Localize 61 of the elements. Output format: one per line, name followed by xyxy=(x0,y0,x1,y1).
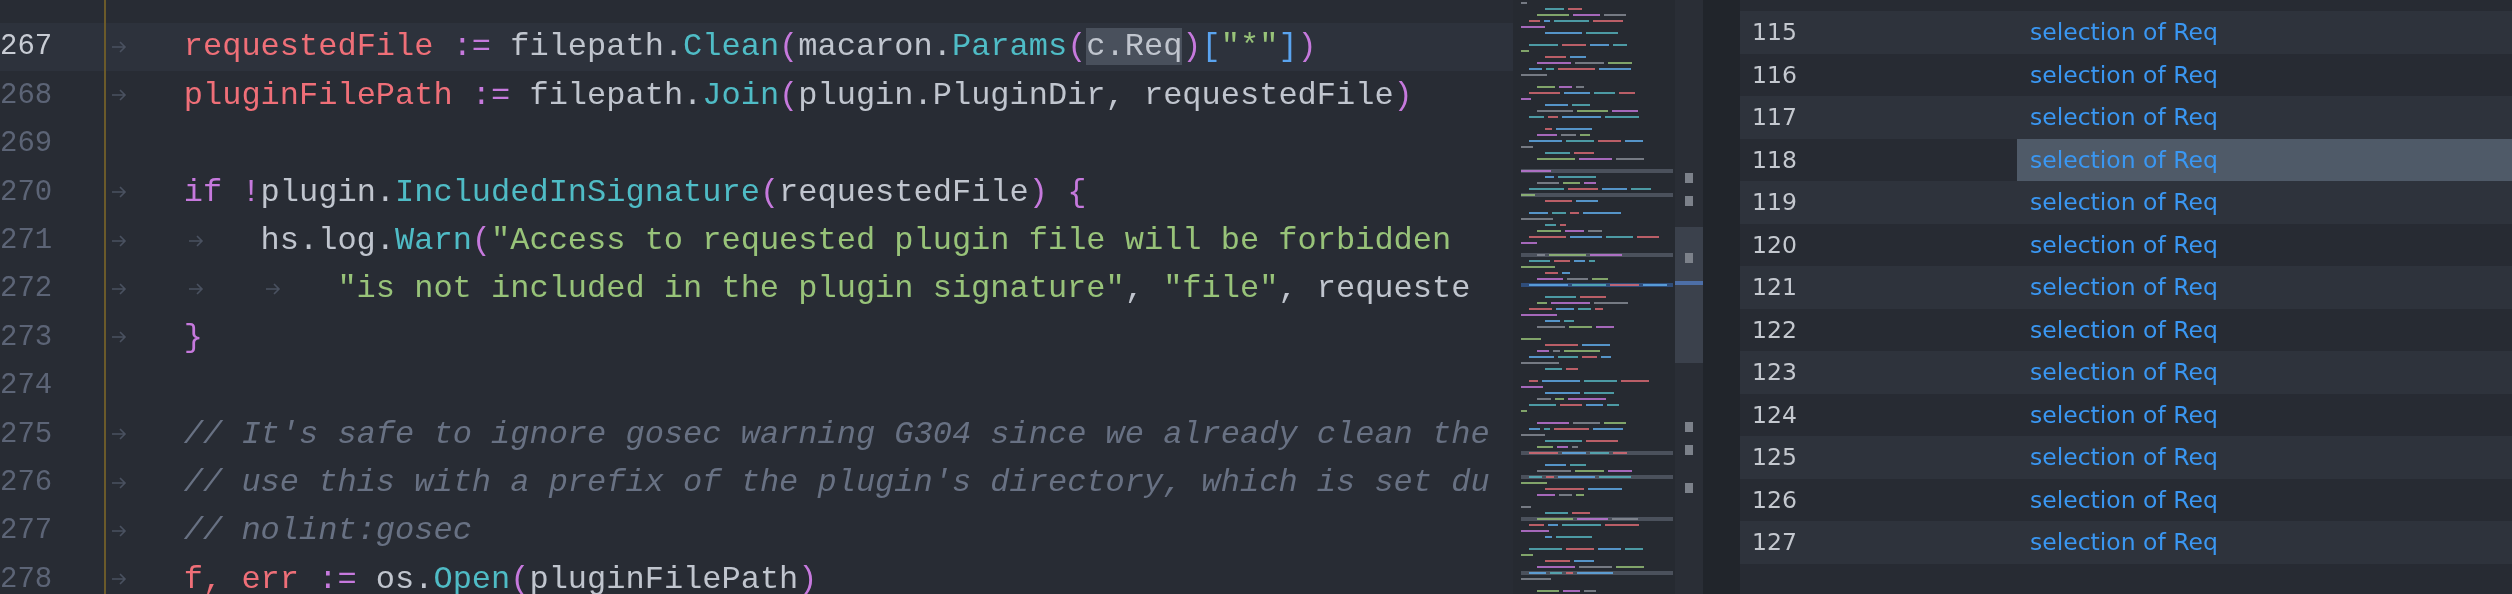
line-number: 270 xyxy=(0,175,52,209)
line-number: 121 xyxy=(1751,273,1798,302)
line-number: 119 xyxy=(1751,188,1798,217)
result-item[interactable]: selection of Req xyxy=(2017,393,2512,436)
line-number: 120 xyxy=(1751,230,1798,259)
line-number: 115 xyxy=(1751,18,1798,47)
result-item[interactable]: selection of Req xyxy=(2017,436,2512,479)
result-item[interactable]: selection of Req xyxy=(2017,181,2512,224)
code-line: // It's safe to ignore gosec warning G304 since we already clean the xyxy=(183,415,1490,453)
line-number: 268 xyxy=(0,78,52,112)
tab-arrow-icon xyxy=(111,572,127,587)
tab-arrow-icon xyxy=(187,233,204,248)
tab-arrow-icon xyxy=(111,523,127,538)
tab-arrow-icon xyxy=(187,281,204,296)
tab-arrow-icon xyxy=(111,330,127,345)
line-number: 277 xyxy=(0,514,52,548)
line-number: 126 xyxy=(1751,485,1798,514)
code-line: requestedFile := filepath.Clean(macaron.Params(c.Req)["*"]) xyxy=(183,28,1317,66)
result-item[interactable]: selection of Req xyxy=(2017,53,2512,96)
line-number: 267 xyxy=(0,30,52,64)
line-number: 124 xyxy=(1751,400,1798,429)
code-line: hs.log.Warn("Access to requested plugin file will be forbidden xyxy=(260,222,1452,260)
line-number: 123 xyxy=(1751,358,1798,387)
tab-arrow-icon xyxy=(111,40,127,54)
result-item[interactable]: selection of Req xyxy=(2017,138,2512,181)
code-line: "is not included in the plugin signature", "file", requeste xyxy=(337,270,1471,308)
tab-arrow-icon xyxy=(264,281,281,296)
line-number: 125 xyxy=(1751,443,1798,472)
code-line: pluginFilePath := filepath.Join(plugin.PluginDir, requestedFile) xyxy=(183,76,1413,114)
code-line: f, err := os.Open(pluginFilePath) xyxy=(183,560,818,594)
result-item[interactable]: selection of Req xyxy=(2017,266,2512,309)
line-number: 116 xyxy=(1751,60,1798,89)
line-number: 278 xyxy=(0,562,52,594)
code-line: // use this with a prefix of the plugin's directory, which is set du xyxy=(183,464,1490,501)
code-line: // nolint:gosec xyxy=(183,512,472,550)
line-number: 273 xyxy=(0,320,52,354)
result-item[interactable]: selection of Req xyxy=(2017,478,2512,521)
tab-arrow-icon xyxy=(111,475,127,490)
tab-arrow-icon xyxy=(111,281,127,296)
line-number: 127 xyxy=(1751,528,1798,557)
code-line: if !plugin.IncludedInSignature(requestedFile) { xyxy=(183,173,1087,211)
code-line: } xyxy=(183,318,203,356)
line-number: 274 xyxy=(0,369,52,403)
line-number: 117 xyxy=(1751,103,1798,132)
result-item[interactable]: selection of Req xyxy=(2017,223,2512,266)
line-number: 276 xyxy=(0,466,52,499)
line-number: 271 xyxy=(0,224,52,258)
line-number: 275 xyxy=(0,417,52,451)
line-number: 118 xyxy=(1751,145,1798,174)
result-item[interactable]: selection of Req xyxy=(2017,308,2512,351)
line-number: 269 xyxy=(0,127,52,161)
result-item[interactable]: selection of Req xyxy=(2017,351,2512,394)
tab-arrow-icon xyxy=(111,185,127,200)
result-item[interactable]: selection of Req xyxy=(2017,521,2512,564)
line-number: 272 xyxy=(0,272,52,306)
result-item[interactable]: selection of Req xyxy=(2017,96,2512,139)
line-number: 122 xyxy=(1751,315,1798,344)
tab-arrow-icon xyxy=(111,427,127,442)
tab-arrow-icon xyxy=(111,233,127,248)
result-item[interactable]: selection of Req xyxy=(2017,11,2512,54)
tab-arrow-icon xyxy=(111,88,127,103)
